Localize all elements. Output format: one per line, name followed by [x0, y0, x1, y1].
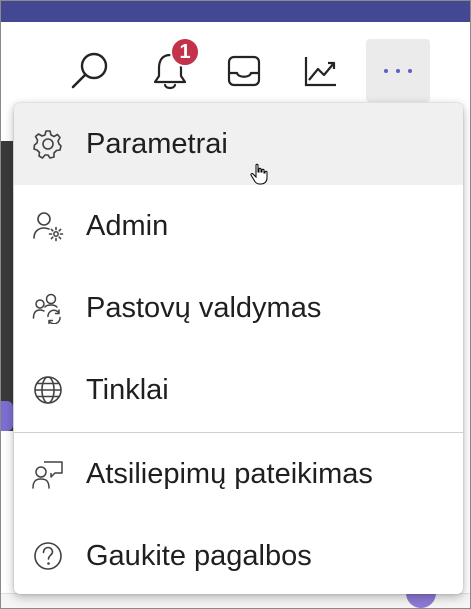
notifications-button[interactable]: 1 [138, 37, 202, 102]
notification-badge: 1 [170, 37, 200, 67]
feedback-person-icon [32, 458, 64, 490]
menu-item-label: Tinklai [86, 373, 169, 406]
more-options-menu: Parametrai Admin Pastovų valdymas Tinkla… [14, 103, 463, 594]
more-icon [384, 68, 412, 73]
menu-item-help[interactable]: Gaukite pagalbos [14, 515, 463, 594]
menu-item-label: Admin [86, 209, 169, 242]
search-icon [71, 52, 108, 88]
hand-cursor-icon [250, 163, 268, 185]
toolbar: 1 [1, 22, 470, 108]
search-button[interactable] [58, 39, 122, 102]
people-sync-icon [32, 292, 64, 324]
menu-item-label: Parametrai [86, 127, 228, 160]
app-window: 1 Parametrai Admin Pastovų valdymas Tink… [0, 0, 471, 609]
menu-item-label: Atsiliepimų pateikimas [86, 457, 373, 490]
globe-icon [32, 374, 64, 406]
menu-item-label: Gaukite pagalbos [86, 539, 312, 572]
inbox-icon [227, 55, 261, 86]
menu-item-label: Pastovų valdymas [86, 291, 322, 324]
help-icon [32, 540, 64, 572]
menu-item-admin[interactable]: Admin [14, 185, 463, 267]
menu-item-networks[interactable]: Tinklai [14, 349, 463, 431]
gear-icon [32, 128, 64, 160]
background-avatar-fragment [1, 401, 13, 431]
admin-person-gear-icon [32, 210, 64, 242]
app-header-strip [1, 1, 470, 22]
menu-item-team-management[interactable]: Pastovų valdymas [14, 267, 463, 349]
more-options-button[interactable] [366, 39, 430, 102]
menu-item-feedback[interactable]: Atsiliepimų pateikimas [14, 433, 463, 515]
background-panel [1, 141, 13, 431]
background-footer [1, 593, 470, 608]
chart-icon [304, 56, 336, 86]
analytics-button[interactable] [289, 39, 353, 102]
menu-item-settings[interactable]: Parametrai [14, 103, 463, 185]
inbox-button[interactable] [212, 39, 276, 102]
